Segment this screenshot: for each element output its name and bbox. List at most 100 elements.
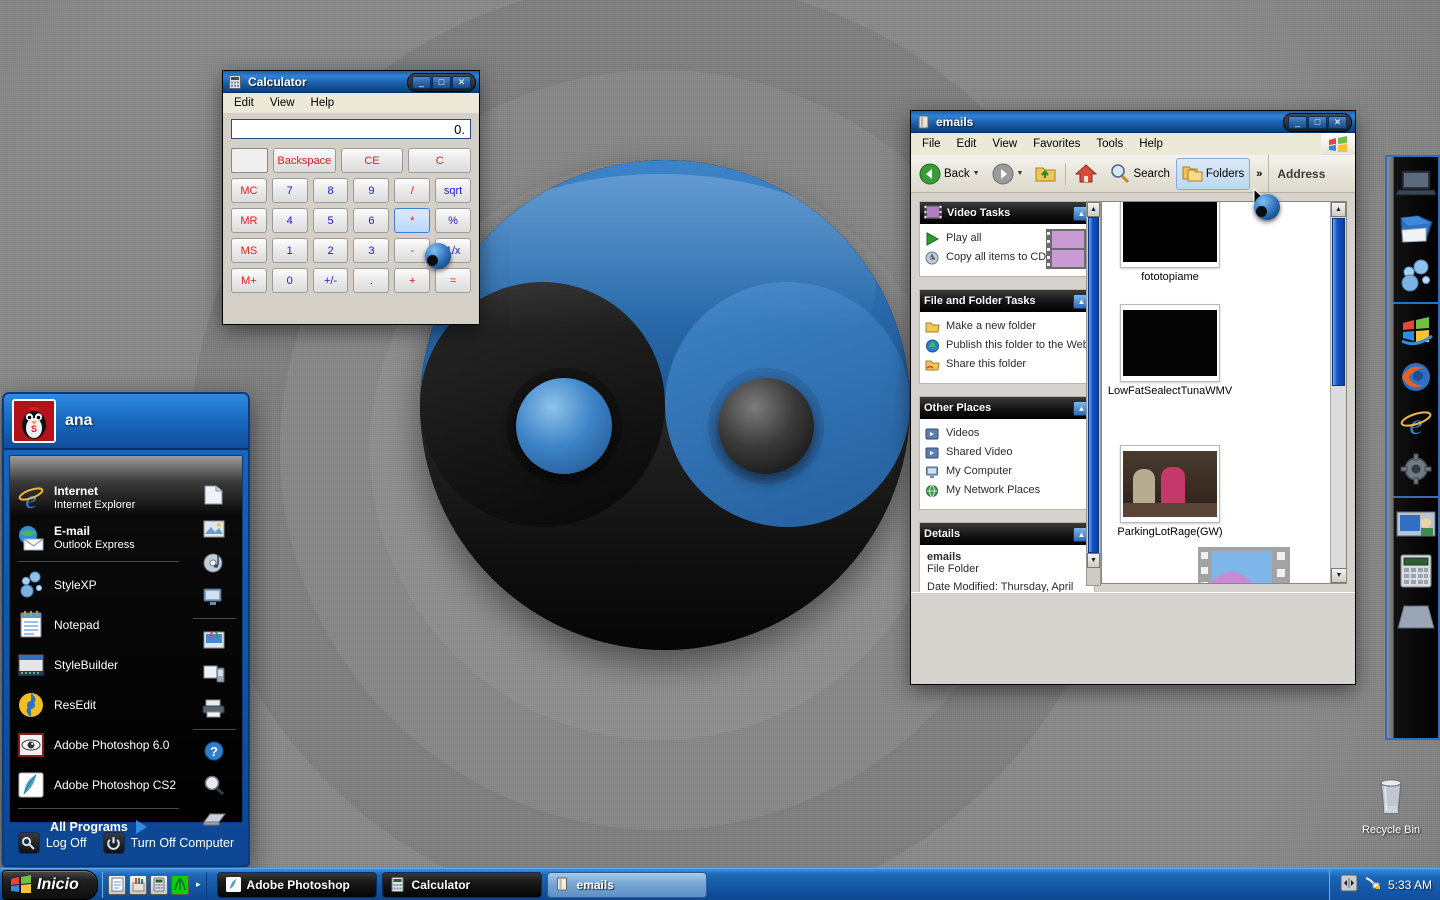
taskbar-clock[interactable]: 5:33 AM — [1388, 878, 1432, 892]
scrollbar-thumb[interactable] — [1088, 217, 1099, 553]
close-button[interactable]: ✕ — [1328, 116, 1347, 129]
reciprocal-button[interactable]: 1/x — [435, 238, 471, 263]
digit-7-button[interactable]: 7 — [271, 178, 308, 203]
start-right-run[interactable] — [187, 802, 242, 836]
place-shared-video[interactable]: Shared Video — [925, 446, 1089, 462]
user-avatar[interactable]: S — [12, 399, 56, 443]
start-item-notepad[interactable]: Notepad — [10, 605, 187, 645]
digit-2-button[interactable]: 2 — [312, 238, 349, 263]
file-list-view[interactable]: fototopiame LowFatSealectTunaWMV Parking… — [1101, 201, 1347, 584]
dock-icon-calculator[interactable] — [1394, 549, 1438, 593]
c-button[interactable]: C — [408, 148, 472, 173]
taskbar-item-calculator[interactable]: Calculator — [381, 871, 542, 898]
scroll-up-button[interactable]: ▲ — [1331, 202, 1346, 217]
turn-off-computer-button[interactable]: Turn Off Computer — [102, 832, 234, 854]
taskbar[interactable]: Inicio ▸ Adobe Photoshop Calculator emai… — [0, 868, 1440, 900]
menu-view[interactable]: View — [985, 136, 1024, 152]
explorer-toolbar[interactable]: Back ▼ ▼ Search Folders » Address — [911, 154, 1355, 193]
dock-icon-internet-explorer[interactable]: e — [1394, 401, 1438, 445]
start-item-photoshop-6[interactable]: Adobe Photoshop 6.0 — [10, 725, 187, 765]
panel-header-file-and-folder-tasks[interactable]: File and Folder Tasks ▲ — [920, 290, 1094, 312]
calculator-menubar[interactable]: Edit View Help — [223, 93, 479, 113]
dock-icon-firefox[interactable] — [1394, 355, 1438, 399]
start-menu-right-column[interactable]: ? — [187, 456, 242, 826]
panel-video-tasks[interactable]: Video Tasks ▲ Play all Copy all items to… — [919, 201, 1095, 277]
dock-icon-desktop-paint[interactable] — [1394, 503, 1438, 547]
up-one-level-button[interactable] — [1029, 158, 1062, 190]
digit-4-button[interactable]: 4 — [271, 208, 308, 233]
network-icon[interactable] — [1364, 874, 1382, 897]
close-button[interactable]: ✕ — [452, 76, 471, 89]
home-button[interactable] — [1069, 158, 1103, 190]
panel-file-and-folder-tasks[interactable]: File and Folder Tasks ▲ Make a new folde… — [919, 289, 1095, 384]
explorer-menubar[interactable]: File Edit View Favorites Tools Help — [911, 134, 1321, 154]
maximize-button[interactable]: □ — [1308, 116, 1327, 129]
start-item-stylebuilder[interactable]: StyleBuilder — [10, 645, 187, 685]
place-my-network-places[interactable]: My Network Places — [925, 484, 1089, 500]
quick-launch-bar[interactable]: ▸ — [102, 871, 207, 898]
start-right-control-panel[interactable] — [187, 623, 242, 657]
multiply-button[interactable]: * — [394, 208, 431, 233]
digit-1-button[interactable]: 1 — [271, 238, 308, 263]
mr-button[interactable]: MR — [231, 208, 267, 233]
start-right-my-music[interactable] — [187, 546, 242, 580]
menu-file[interactable]: File — [915, 136, 948, 152]
digit-5-button[interactable]: 5 — [312, 208, 349, 233]
start-right-search[interactable] — [187, 768, 242, 802]
start-right-connect-to[interactable] — [187, 657, 242, 691]
desktop-icon-recycle-bin[interactable]: Recycle Bin — [1355, 775, 1427, 836]
place-videos[interactable]: Videos — [925, 427, 1089, 443]
percent-button[interactable]: % — [435, 208, 471, 233]
sqrt-button[interactable]: sqrt — [435, 178, 471, 203]
file-item[interactable]: ParkingLotRage(GW) — [1117, 445, 1223, 538]
panel-details[interactable]: Details ▲ emails File Folder Date Modifi… — [919, 522, 1095, 592]
calculator-display[interactable]: 0. — [231, 119, 471, 139]
scroll-down-button[interactable]: ▼ — [1087, 553, 1100, 568]
dock-icon-trapezoid[interactable] — [1394, 595, 1438, 639]
address-bar-label[interactable]: Address — [1268, 154, 1333, 193]
start-menu[interactable]: S ana e Internet Internet Explorer E-mai… — [2, 392, 250, 867]
dock-icon-windows-update[interactable] — [1394, 309, 1438, 353]
file-item[interactable]: LowFatSealectTunaWMV — [1108, 304, 1232, 397]
digit-6-button[interactable]: 6 — [353, 208, 390, 233]
quick-launch-notepad[interactable] — [108, 874, 126, 895]
forward-button[interactable]: ▼ — [986, 158, 1030, 190]
digit-0-button[interactable]: 0 — [271, 268, 308, 293]
equals-button[interactable]: = — [435, 268, 471, 293]
start-right-my-pictures[interactable] — [187, 512, 242, 546]
start-button[interactable]: Inicio — [2, 869, 98, 900]
task-share-folder[interactable]: Share this folder — [925, 358, 1089, 374]
minimize-button[interactable]: _ — [412, 76, 431, 89]
menu-edit[interactable]: Edit — [227, 95, 261, 111]
calculator-titlebar[interactable]: Calculator _ □ ✕ — [223, 71, 479, 93]
toolbar-overflow-button[interactable]: » — [1250, 158, 1268, 190]
panel-other-places[interactable]: Other Places ▲ Videos Shared Video My Co… — [919, 396, 1095, 510]
folders-button[interactable]: Folders — [1175, 157, 1251, 190]
minimize-button[interactable]: _ — [1288, 116, 1307, 129]
panel-header-other-places[interactable]: Other Places ▲ — [920, 397, 1094, 419]
file-item[interactable]: fototopiame — [1120, 202, 1220, 283]
search-button[interactable]: Search — [1103, 158, 1175, 190]
log-off-button[interactable]: Log Off — [17, 832, 87, 854]
start-item-internet[interactable]: e Internet Internet Explorer — [10, 478, 187, 518]
dock-icon-bubbles[interactable] — [1394, 253, 1438, 297]
dock-icon-gear-settings[interactable] — [1394, 447, 1438, 491]
digit-3-button[interactable]: 3 — [353, 238, 390, 263]
menu-view[interactable]: View — [263, 95, 302, 111]
explorer-task-pane[interactable]: Video Tasks ▲ Play all Copy all items to… — [911, 193, 1101, 592]
scroll-down-button[interactable]: ▼ — [1331, 568, 1346, 583]
task-button-list[interactable]: Adobe Photoshop Calculator emails — [216, 871, 707, 898]
system-tray[interactable]: 5:33 AM — [1328, 870, 1440, 900]
digit-9-button[interactable]: 9 — [353, 178, 390, 203]
m-plus-button[interactable]: M+ — [231, 268, 267, 293]
panel-header-video-tasks[interactable]: Video Tasks ▲ — [920, 202, 1094, 224]
divide-button[interactable]: / — [394, 178, 431, 203]
add-button[interactable]: + — [394, 268, 431, 293]
task-make-new-folder[interactable]: Make a new folder — [925, 320, 1089, 336]
calculator-caption-buttons[interactable]: _ □ ✕ — [407, 73, 476, 92]
task-publish-to-web[interactable]: Publish this folder to the Web — [925, 339, 1089, 355]
start-item-email[interactable]: E-mail Outlook Express — [10, 518, 187, 558]
decimal-point-button[interactable]: . — [353, 268, 390, 293]
maximize-button[interactable]: □ — [432, 76, 451, 89]
explorer-window[interactable]: emails _ □ ✕ File Edit View Favorites To… — [910, 110, 1356, 685]
